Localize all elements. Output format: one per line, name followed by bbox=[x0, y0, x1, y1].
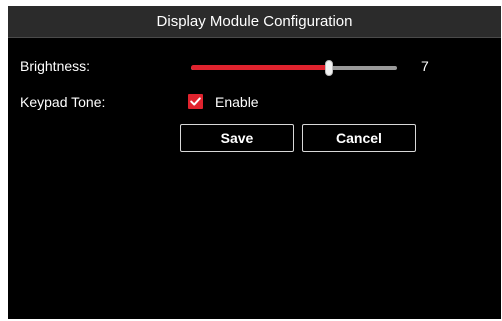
slider-fill bbox=[191, 65, 330, 70]
cancel-button[interactable]: Cancel bbox=[302, 124, 416, 152]
checkmark-icon bbox=[190, 97, 201, 106]
keypad-tone-enable-checkbox[interactable] bbox=[188, 94, 203, 109]
keypad-tone-label: Keypad Tone: bbox=[20, 94, 106, 110]
enable-label: Enable bbox=[215, 94, 259, 110]
brightness-slider[interactable] bbox=[191, 60, 397, 76]
slider-thumb[interactable] bbox=[325, 60, 334, 76]
display-module-dialog: Display Module Configuration Brightness:… bbox=[8, 6, 501, 319]
dialog-title: Display Module Configuration bbox=[8, 6, 501, 38]
save-button[interactable]: Save bbox=[180, 124, 294, 152]
brightness-label: Brightness: bbox=[20, 58, 91, 74]
brightness-value: 7 bbox=[421, 58, 429, 74]
